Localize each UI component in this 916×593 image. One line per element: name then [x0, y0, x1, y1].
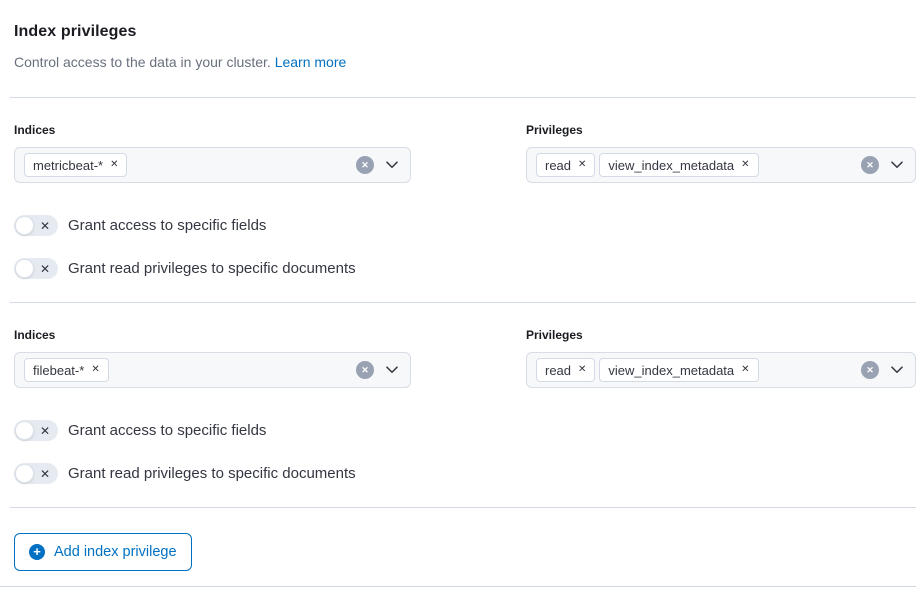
remove-token-icon[interactable]: ✕ — [741, 365, 749, 375]
grant-documents-toggle-row: ✕ Grant read privileges to specific docu… — [0, 463, 916, 484]
chevron-down-icon[interactable] — [383, 156, 401, 174]
privilege-token-label: view_index_metadata — [608, 363, 734, 378]
toggle-label: Grant read privileges to specific docume… — [68, 465, 356, 482]
index-privilege-row-2: Indices filebeat-* ✕ ✕ Privileges read — [0, 328, 916, 484]
chevron-down-icon[interactable] — [888, 361, 906, 379]
header-divider — [10, 97, 916, 98]
index-token: filebeat-* ✕ — [24, 358, 109, 382]
switch-off-x-icon: ✕ — [40, 468, 50, 480]
chevron-down-icon[interactable] — [888, 156, 906, 174]
remove-token-icon[interactable]: ✕ — [741, 160, 749, 170]
chevron-down-icon[interactable] — [383, 361, 401, 379]
switch-knob — [15, 464, 34, 483]
grant-fields-toggle-row: ✕ Grant access to specific fields — [0, 420, 916, 441]
plus-in-circle-icon: + — [29, 544, 45, 560]
bottom-divider — [0, 586, 916, 587]
switch-knob — [15, 259, 34, 278]
grant-fields-switch[interactable]: ✕ — [14, 215, 58, 236]
clear-selection-icon[interactable]: ✕ — [356, 156, 374, 174]
privilege-token: read ✕ — [536, 153, 595, 177]
clear-selection-icon[interactable]: ✕ — [861, 156, 879, 174]
index-privilege-row-1: Indices metricbeat-* ✕ ✕ Privileges read — [0, 123, 916, 279]
grant-fields-switch[interactable]: ✕ — [14, 420, 58, 441]
privilege-token: view_index_metadata ✕ — [599, 153, 758, 177]
privilege-token-label: view_index_metadata — [608, 158, 734, 173]
indices-column: Indices metricbeat-* ✕ ✕ — [14, 123, 411, 183]
grant-documents-toggle-row: ✕ Grant read privileges to specific docu… — [0, 258, 916, 279]
switch-off-x-icon: ✕ — [40, 220, 50, 232]
remove-token-icon[interactable]: ✕ — [91, 365, 99, 375]
remove-token-icon[interactable]: ✕ — [578, 365, 586, 375]
description-text: Control access to the data in your clust… — [14, 54, 271, 70]
clear-selection-icon[interactable]: ✕ — [861, 361, 879, 379]
privileges-combobox[interactable]: read ✕ view_index_metadata ✕ ✕ — [526, 147, 916, 183]
index-token: metricbeat-* ✕ — [24, 153, 127, 177]
privileges-label: Privileges — [526, 123, 916, 138]
remove-token-icon[interactable]: ✕ — [578, 160, 586, 170]
privileges-combobox[interactable]: read ✕ view_index_metadata ✕ ✕ — [526, 352, 916, 388]
privileges-column: Privileges read ✕ view_index_metadata ✕ … — [526, 328, 916, 388]
privilege-token: view_index_metadata ✕ — [599, 358, 758, 382]
add-index-privilege-button[interactable]: + Add index privilege — [14, 533, 192, 571]
row-divider — [10, 302, 916, 303]
indices-combobox[interactable]: metricbeat-* ✕ ✕ — [14, 147, 411, 183]
indices-combobox[interactable]: filebeat-* ✕ ✕ — [14, 352, 411, 388]
privilege-token: read ✕ — [536, 358, 595, 382]
index-token-label: filebeat-* — [33, 363, 84, 378]
page-title: Index privileges — [14, 22, 902, 41]
add-index-privilege-label: Add index privilege — [54, 544, 177, 560]
clear-selection-icon[interactable]: ✕ — [356, 361, 374, 379]
switch-knob — [15, 421, 34, 440]
indices-label: Indices — [14, 328, 411, 343]
index-token-label: metricbeat-* — [33, 158, 103, 173]
switch-off-x-icon: ✕ — [40, 263, 50, 275]
grant-documents-switch[interactable]: ✕ — [14, 258, 58, 279]
index-privileges-panel: Index privileges Control access to the d… — [0, 0, 916, 593]
toggle-label: Grant access to specific fields — [68, 217, 266, 234]
toggle-label: Grant access to specific fields — [68, 422, 266, 439]
learn-more-link[interactable]: Learn more — [275, 54, 347, 70]
switch-knob — [15, 216, 34, 235]
panel-header: Index privileges Control access to the d… — [0, 0, 916, 71]
toggle-label: Grant read privileges to specific docume… — [68, 260, 356, 277]
row-divider — [10, 507, 916, 508]
privileges-column: Privileges read ✕ view_index_metadata ✕ … — [526, 123, 916, 183]
remove-token-icon[interactable]: ✕ — [110, 160, 118, 170]
indices-label: Indices — [14, 123, 411, 138]
privileges-label: Privileges — [526, 328, 916, 343]
privilege-token-label: read — [545, 363, 571, 378]
switch-off-x-icon: ✕ — [40, 425, 50, 437]
privilege-token-label: read — [545, 158, 571, 173]
grant-documents-switch[interactable]: ✕ — [14, 463, 58, 484]
indices-column: Indices filebeat-* ✕ ✕ — [14, 328, 411, 388]
page-description: Control access to the data in your clust… — [14, 54, 902, 71]
grant-fields-toggle-row: ✕ Grant access to specific fields — [0, 215, 916, 236]
